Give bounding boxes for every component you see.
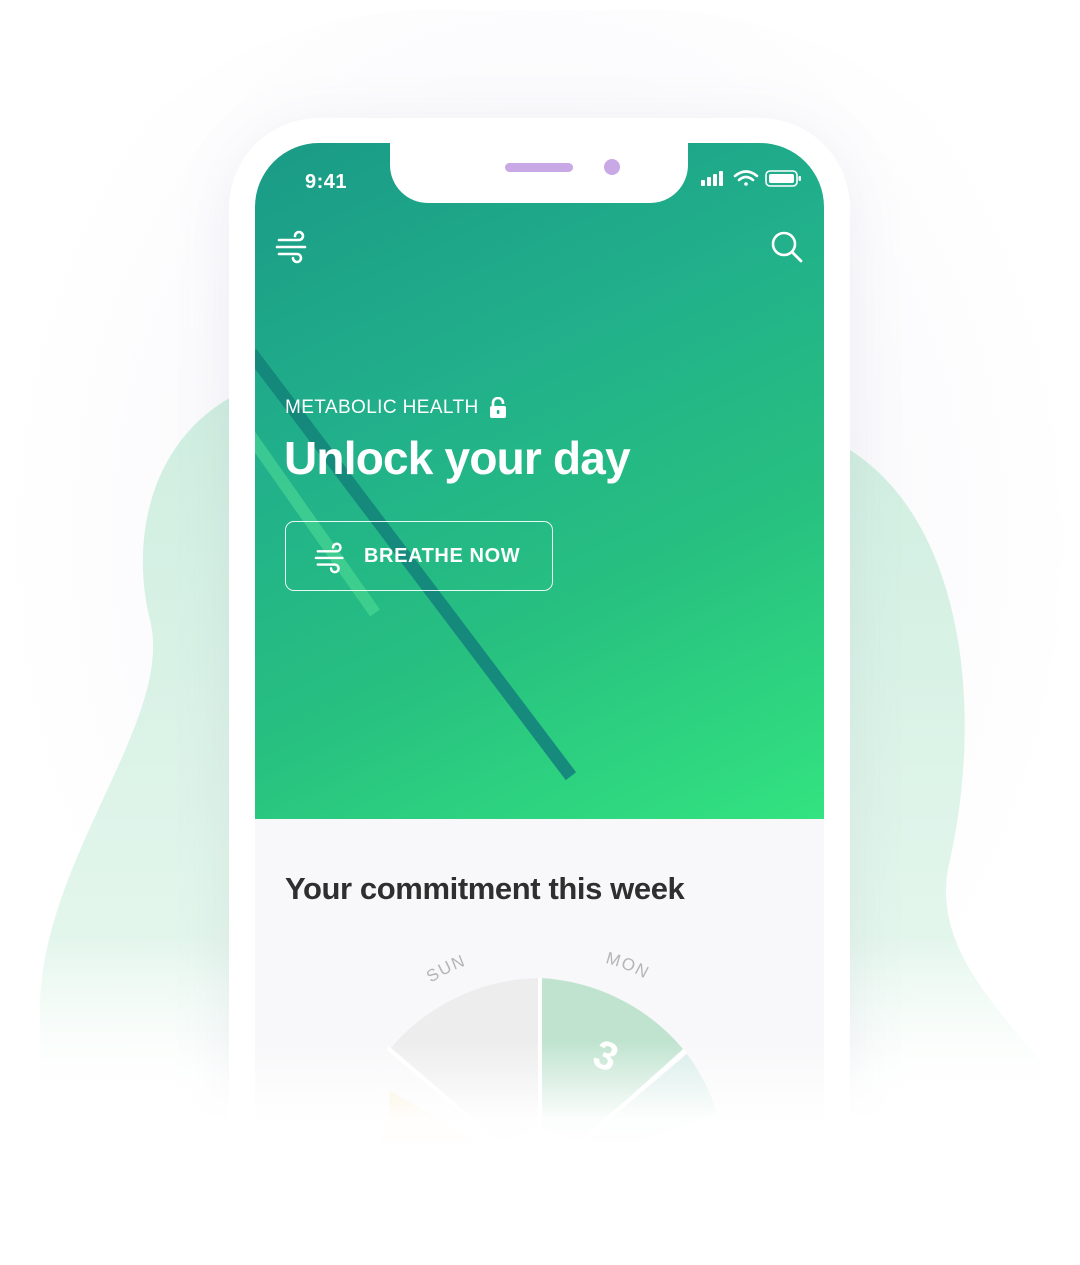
category-label: METABOLIC HEALTH bbox=[285, 397, 507, 419]
wifi-icon bbox=[733, 170, 759, 186]
app-screen: 9:41 METABOLIC HEALTH Unlock your day BR… bbox=[255, 143, 824, 1143]
device-notch bbox=[390, 143, 688, 203]
day-label-mon: MON bbox=[604, 948, 653, 982]
breathe-now-label: BREATHE NOW bbox=[364, 545, 521, 567]
bottom-fade bbox=[0, 1040, 1080, 1265]
category-text: METABOLIC HEALTH bbox=[285, 397, 479, 418]
hero-banner: 9:41 METABOLIC HEALTH Unlock your day BR… bbox=[255, 143, 824, 819]
wind-icon bbox=[314, 542, 344, 574]
day-label-sun: SUN bbox=[423, 951, 468, 986]
hero-title: Unlock your day bbox=[284, 432, 631, 484]
battery-icon bbox=[765, 170, 801, 187]
status-time: 9:41 bbox=[305, 171, 348, 193]
search-icon bbox=[771, 231, 803, 263]
speaker-grille bbox=[505, 163, 573, 172]
wind-icon bbox=[275, 230, 307, 264]
search-button[interactable] bbox=[767, 227, 807, 267]
menu-button[interactable] bbox=[275, 227, 313, 265]
front-camera bbox=[604, 159, 620, 175]
commitment-title: Your commitment this week bbox=[285, 871, 685, 906]
status-icons bbox=[699, 167, 803, 194]
lock-icon bbox=[489, 397, 506, 418]
signal-icon bbox=[701, 171, 723, 186]
breathe-now-button[interactable]: BREATHE NOW bbox=[285, 521, 553, 591]
